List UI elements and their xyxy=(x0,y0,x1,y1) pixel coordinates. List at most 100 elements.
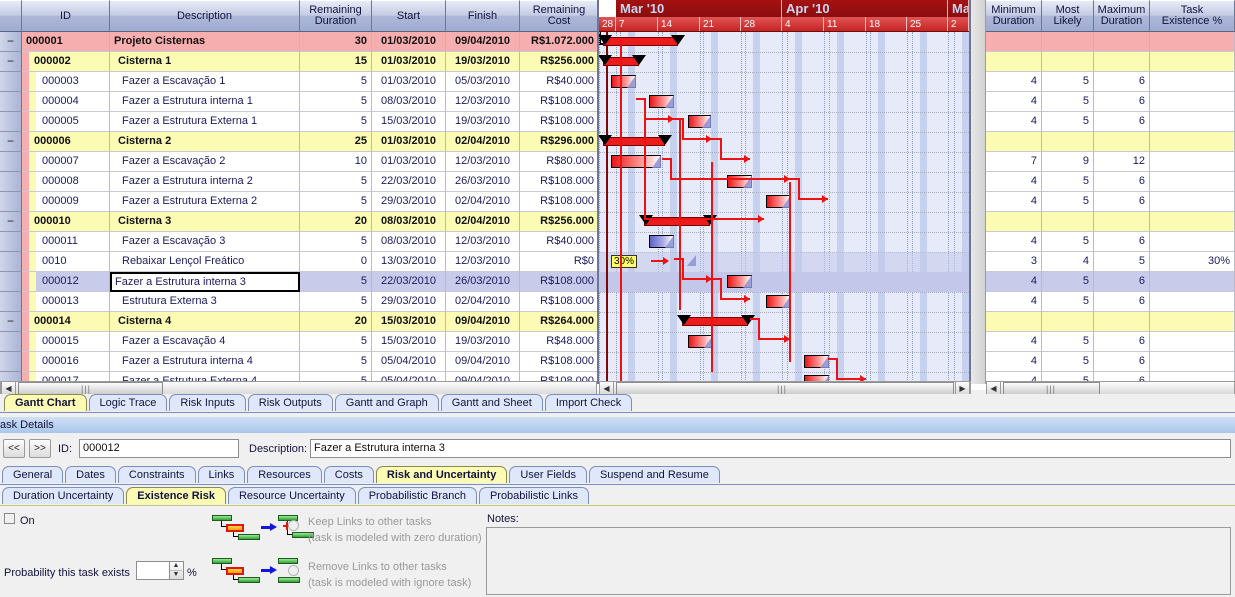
cell-id[interactable]: 000007 xyxy=(22,152,110,172)
cell-description[interactable]: Cisterna 3 xyxy=(110,212,300,232)
cell-description[interactable]: Fazer a Escavação 1 xyxy=(110,72,300,92)
tab-duration-uncertainty[interactable]: Duration Uncertainty xyxy=(2,487,125,504)
cell-most-likely[interactable]: 5 xyxy=(1042,332,1094,352)
column-header-minimum-duration[interactable]: Minimum Duration xyxy=(986,0,1042,32)
cell-finish[interactable]: 12/03/2010 xyxy=(446,152,520,172)
row-collapse-button[interactable]: − xyxy=(0,32,22,52)
tab-probabilistic-links[interactable]: Probabilistic Links xyxy=(478,487,589,504)
cell-description[interactable]: Fazer a Estrutura Externa 2 xyxy=(110,192,300,212)
keep-links-option[interactable]: Keep Links to other tasks (task is model… xyxy=(308,516,482,545)
column-header-start[interactable]: Start xyxy=(372,0,446,32)
cell-most-likely[interactable]: 5 xyxy=(1042,192,1094,212)
cell-remaining-duration[interactable]: 10 xyxy=(300,152,372,172)
cell-minimum-duration[interactable]: 4 xyxy=(986,112,1042,132)
cell-description[interactable]: Fazer a Escavação 4 xyxy=(110,332,300,352)
column-header-description[interactable]: Description xyxy=(110,0,300,32)
cell-minimum-duration[interactable]: 4 xyxy=(986,72,1042,92)
cell-most-likely[interactable]: 5 xyxy=(1042,112,1094,132)
cell-maximum-duration[interactable]: 6 xyxy=(1094,72,1150,92)
cell-maximum-duration[interactable]: 6 xyxy=(1094,112,1150,132)
cell-start[interactable]: 08/03/2010 xyxy=(372,232,446,252)
tab-constraints[interactable]: Constraints xyxy=(117,466,196,483)
cell-task-existence[interactable] xyxy=(1150,232,1235,252)
next-task-button[interactable]: >> xyxy=(29,439,51,458)
tab-user-fields[interactable]: User Fields xyxy=(509,466,587,483)
cell-maximum-duration[interactable]: 6 xyxy=(1094,272,1150,292)
cell-remaining-duration[interactable]: 5 xyxy=(300,232,372,252)
cell-minimum-duration[interactable]: 4 xyxy=(986,292,1042,312)
cell-task-existence[interactable] xyxy=(1150,192,1235,212)
cell-start[interactable]: 05/04/2010 xyxy=(372,352,446,372)
tab-suspend-and-resume[interactable]: Suspend and Resume xyxy=(588,466,720,483)
column-header-id[interactable]: ID xyxy=(22,0,110,32)
cell-minimum-duration[interactable]: 4 xyxy=(986,352,1042,372)
row-collapse-button[interactable]: − xyxy=(0,312,22,332)
cell-maximum-duration[interactable] xyxy=(1094,32,1150,52)
cell-minimum-duration[interactable] xyxy=(986,312,1042,332)
cell-most-likely[interactable]: 5 xyxy=(1042,292,1094,312)
cell-finish[interactable]: 02/04/2010 xyxy=(446,212,520,232)
cell-remaining-cost[interactable]: R$80.000 xyxy=(520,152,599,172)
cell-finish[interactable]: 19/03/2010 xyxy=(446,332,520,352)
cell-remaining-duration[interactable]: 30 xyxy=(300,32,372,52)
cell-task-existence[interactable] xyxy=(1150,272,1235,292)
cell-id[interactable]: 000009 xyxy=(22,192,110,212)
tab-gantt-and-graph[interactable]: Gantt and Graph xyxy=(334,394,439,411)
cell-most-likely[interactable]: 5 xyxy=(1042,232,1094,252)
cell-maximum-duration[interactable] xyxy=(1094,212,1150,232)
row-collapse-button[interactable]: − xyxy=(0,52,22,72)
cell-task-existence[interactable] xyxy=(1150,332,1235,352)
column-header-task-existence[interactable]: Task Existence % xyxy=(1150,0,1235,32)
cell-remaining-cost[interactable]: R$296.000 xyxy=(520,132,599,152)
tab-dates[interactable]: Dates xyxy=(65,466,116,483)
cell-task-existence[interactable]: 30% xyxy=(1150,252,1235,272)
cell-minimum-duration[interactable]: 3 xyxy=(986,252,1042,272)
cell-finish[interactable]: 02/04/2010 xyxy=(446,132,520,152)
cell-maximum-duration[interactable]: 6 xyxy=(1094,172,1150,192)
cell-finish[interactable]: 02/04/2010 xyxy=(446,292,520,312)
cell-remaining-duration[interactable]: 25 xyxy=(300,132,372,152)
gantt-chart-canvas[interactable]: 30% xyxy=(599,32,969,384)
cell-description[interactable]: Cisterna 1 xyxy=(110,52,300,72)
cell-minimum-duration[interactable] xyxy=(986,32,1042,52)
notes-textarea[interactable] xyxy=(486,527,1231,595)
cell-description[interactable]: Cisterna 2 xyxy=(110,132,300,152)
cell-maximum-duration[interactable] xyxy=(1094,312,1150,332)
cell-finish[interactable]: 02/04/2010 xyxy=(446,192,520,212)
summary-bar[interactable] xyxy=(603,137,665,146)
cell-remaining-cost[interactable]: R$108.000 xyxy=(520,112,599,132)
cell-maximum-duration[interactable]: 6 xyxy=(1094,232,1150,252)
focused-cell-outline[interactable]: Fazer a Estrutura interna 3 xyxy=(110,272,300,292)
cell-remaining-cost[interactable]: R$108.000 xyxy=(520,192,599,212)
cell-remaining-cost[interactable]: R$264.000 xyxy=(520,312,599,332)
cell-id[interactable]: 0010 xyxy=(22,252,110,272)
cell-remaining-duration[interactable]: 5 xyxy=(300,272,372,292)
cell-most-likely[interactable] xyxy=(1042,132,1094,152)
cell-id[interactable]: 000016 xyxy=(22,352,110,372)
cell-remaining-duration[interactable]: 5 xyxy=(300,292,372,312)
tab-probabilistic-branch[interactable]: Probabilistic Branch xyxy=(357,487,477,504)
cell-most-likely[interactable]: 5 xyxy=(1042,272,1094,292)
cell-task-existence[interactable] xyxy=(1150,292,1235,312)
remove-links-radio[interactable] xyxy=(288,565,299,576)
remove-links-option[interactable]: Remove Links to other tasks (task is mod… xyxy=(308,561,471,590)
cell-start[interactable]: 08/03/2010 xyxy=(372,92,446,112)
cell-minimum-duration[interactable] xyxy=(986,212,1042,232)
cell-id[interactable]: 000001 xyxy=(22,32,110,52)
cell-task-existence[interactable] xyxy=(1150,112,1235,132)
cell-remaining-cost[interactable]: R$1.072.000 xyxy=(520,32,599,52)
cell-most-likely[interactable] xyxy=(1042,32,1094,52)
cell-start[interactable]: 15/03/2010 xyxy=(372,332,446,352)
cell-start[interactable]: 13/03/2010 xyxy=(372,252,446,272)
cell-remaining-duration[interactable]: 5 xyxy=(300,352,372,372)
cell-minimum-duration[interactable]: 4 xyxy=(986,192,1042,212)
cell-minimum-duration[interactable]: 4 xyxy=(986,92,1042,112)
cell-id[interactable]: 000013 xyxy=(22,292,110,312)
cell-remaining-cost[interactable]: R$256.000 xyxy=(520,52,599,72)
cell-finish[interactable]: 19/03/2010 xyxy=(446,52,520,72)
tab-general[interactable]: General xyxy=(2,466,64,483)
cell-minimum-duration[interactable]: 4 xyxy=(986,272,1042,292)
cell-minimum-duration[interactable] xyxy=(986,132,1042,152)
column-header-remaining-duration[interactable]: Remaining Duration xyxy=(300,0,372,32)
tab-gantt-chart[interactable]: Gantt Chart xyxy=(4,394,87,411)
